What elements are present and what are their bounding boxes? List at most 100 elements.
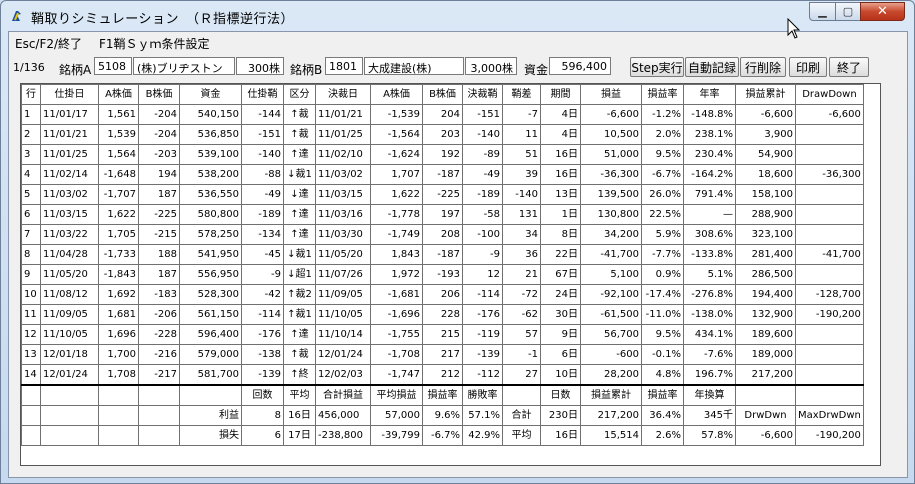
row3-cell-15: 230.4% bbox=[683, 144, 736, 165]
table-row[interactable]: 6 11/03/15 1,622 -225 580,800 -189 ↑達 11/03/16-… bbox=[21, 204, 864, 225]
row12-cell-16: 189,600 bbox=[735, 324, 796, 345]
delete-row-button[interactable]: 行削除 bbox=[740, 57, 786, 77]
row3-cell-11: 51 bbox=[502, 144, 541, 165]
table-row[interactable]: 13 12/01/18 1,700 -216 579,000 -138 ↑裁 12/01/24… bbox=[21, 344, 864, 365]
row1-cell-16: -6,600 bbox=[735, 104, 796, 125]
row2-cell-7: 11/01/25 bbox=[315, 124, 371, 145]
row1-cell-12: 4日 bbox=[540, 104, 581, 125]
maximize-button[interactable]: ▢ bbox=[835, 2, 861, 21]
summary-profit-cell-16: DrwDwn bbox=[735, 405, 796, 426]
summary-header-cell-9: 損益率 bbox=[422, 384, 463, 406]
row10-cell-5: -42 bbox=[241, 284, 284, 305]
app-window: 鞘取りシミュレーション （Ｒ指標逆行法） ▁ ▢ ✕ Esc/F2/終了 F1鞘… bbox=[0, 0, 915, 484]
row10-cell-7: 11/09/05 bbox=[315, 284, 371, 305]
row9-cell-2: -1,843 bbox=[98, 264, 139, 285]
row2-cell-16: 3,900 bbox=[735, 124, 796, 145]
row6-cell-3: -225 bbox=[138, 204, 180, 225]
row3-cell-2: 1,564 bbox=[98, 144, 139, 165]
table-row[interactable]: 14 12/01/24 1,708 -217 581,700 -139 ↑終 12/02/03… bbox=[21, 364, 864, 386]
table-row[interactable]: 1 11/01/17 1,561 -204 540,150 -144 ↑裁 11/01/21-… bbox=[21, 104, 864, 125]
summary-loss-cell-15: 57.8% bbox=[683, 425, 736, 446]
summary-header-cell-4 bbox=[179, 384, 242, 406]
row7-cell-7: 11/03/30 bbox=[315, 224, 371, 245]
row7-cell-17 bbox=[795, 224, 864, 245]
quit-button[interactable]: 終了 bbox=[829, 57, 869, 77]
minimize-button[interactable]: ▁ bbox=[809, 2, 836, 21]
stock-b-name-field[interactable]: 大成建設(株) bbox=[364, 57, 464, 75]
results-table: 行仕掛日 A株価 B株価 資金 仕掛鞘 区分 決裁日 A株価 B株価 決裁鞘 鞘差 期間 損益 損益率 年率… bbox=[21, 84, 864, 446]
row1-cell-6: ↑裁 bbox=[283, 104, 316, 125]
row10-cell-4: 528,300 bbox=[179, 284, 242, 305]
row14-cell-3: -217 bbox=[138, 364, 180, 386]
row13-cell-15: -7.6% bbox=[683, 344, 736, 365]
table-row[interactable]: 12 11/10/05 1,696 -228 596,400 -176 ↑達 11/10/14… bbox=[21, 324, 864, 345]
stock-b-code-field[interactable]: 1801 bbox=[325, 57, 363, 75]
close-button[interactable]: ✕ bbox=[860, 2, 905, 21]
summary-header-cell-13: 損益累計 bbox=[580, 384, 642, 406]
row11-cell-7: 11/10/05 bbox=[315, 304, 371, 325]
row12-cell-11: 57 bbox=[502, 324, 541, 345]
row1-cell-13: -6,600 bbox=[580, 104, 642, 125]
summary-profit-row[interactable]: 利益 8 16日 456,000 57,000 9.6% 57.1% 合計 230日 217,20… bbox=[21, 405, 864, 426]
step-run-button[interactable]: Step実行 bbox=[630, 57, 684, 77]
stock-a-code-field[interactable]: 5108 bbox=[94, 57, 132, 75]
row11-cell-10: -176 bbox=[462, 304, 503, 325]
row11-cell-12: 30日 bbox=[540, 304, 581, 325]
summary-header-cell-12: 日数 bbox=[540, 384, 581, 406]
summary-header-row[interactable]: 回数 平均 合計損益 平均損益 損益率 勝敗率 日数 損益累計 損益率 年換算 bbox=[21, 384, 864, 406]
table-header-row[interactable]: 行仕掛日 A株価 B株価 資金 仕掛鞘 区分 決裁日 A株価 B株価 決裁鞘 鞘差 期間 損益 損益率 年率… bbox=[21, 84, 864, 105]
row10-cell-10: -114 bbox=[462, 284, 503, 305]
results-grid[interactable]: 行仕掛日 A株価 B株価 資金 仕掛鞘 区分 決裁日 A株価 B株価 決裁鞘 鞘差 期間 損益 損益率 年率… bbox=[20, 83, 881, 466]
summary-loss-row[interactable]: 損失 6 17日 -238,800 -39,799 -6.7% 42.9% 平均 16日 15,5… bbox=[21, 425, 864, 446]
header-cell-1: 仕掛日 bbox=[40, 84, 99, 105]
row1-cell-5: -144 bbox=[241, 104, 284, 125]
row8-cell-10: -9 bbox=[462, 244, 503, 265]
menu-item-exit[interactable]: Esc/F2/終了 bbox=[15, 35, 82, 52]
row5-cell-15: 791.4% bbox=[683, 184, 736, 205]
table-row[interactable]: 3 11/01/25 1,564 -203 539,100 -140 ↑達 11/02/10-… bbox=[21, 144, 864, 165]
print-button[interactable]: 印刷 bbox=[789, 57, 827, 77]
row6-cell-16: 288,900 bbox=[735, 204, 796, 225]
table-row[interactable]: 8 11/04/28 -1,733 188 541,950 -45 ↓裁1 11/05/20 1… bbox=[21, 244, 864, 265]
stock-a-shares-field[interactable]: 300株 bbox=[236, 57, 284, 75]
row6-cell-12: 1日 bbox=[540, 204, 581, 225]
table-row[interactable]: 7 11/03/22 1,705 -215 578,250 -134 ↑達 11/03/30-… bbox=[21, 224, 864, 245]
table-row[interactable]: 4 11/02/14 -1,648 194 538,200 -88 ↓裁1 11/03/02 1… bbox=[21, 164, 864, 185]
table-row[interactable]: 11 11/09/05 1,681 -206 561,150 -114 ↑裁1 11/10/0… bbox=[21, 304, 864, 325]
row14-cell-17 bbox=[795, 364, 864, 386]
summary-header-cell-3 bbox=[138, 384, 180, 406]
auto-record-button[interactable]: 自動記録 bbox=[685, 57, 739, 77]
row12-cell-4: 596,400 bbox=[179, 324, 242, 345]
row12-cell-7: 11/10/14 bbox=[315, 324, 371, 345]
row3-cell-13: 51,000 bbox=[580, 144, 642, 165]
table-row[interactable]: 9 11/05/20 -1,843 187 556,950 -9 ↓超1 11/07/26 1,… bbox=[21, 264, 864, 285]
capital-field[interactable]: 596,400 bbox=[549, 57, 611, 75]
row8-cell-0: 8 bbox=[21, 244, 41, 265]
row7-cell-15: 308.6% bbox=[683, 224, 736, 245]
stock-b-shares-field[interactable]: 3,000株 bbox=[465, 57, 517, 75]
row8-cell-4: 541,950 bbox=[179, 244, 242, 265]
minimize-icon: ▁ bbox=[818, 5, 827, 18]
row8-cell-8: 1,843 bbox=[370, 244, 423, 265]
row10-cell-0: 10 bbox=[21, 284, 41, 305]
table-row[interactable]: 10 11/08/12 1,692 -183 528,300 -42 ↑裁2 11/09/05… bbox=[21, 284, 864, 305]
summary-header-cell-8: 平均損益 bbox=[370, 384, 423, 406]
row7-cell-2: 1,705 bbox=[98, 224, 139, 245]
row9-cell-15: 5.1% bbox=[683, 264, 736, 285]
menu-item-conditions[interactable]: F1鞘Ｓｙｍ条件設定 bbox=[99, 35, 210, 52]
row14-cell-10: -112 bbox=[462, 364, 503, 386]
row11-cell-11: -62 bbox=[502, 304, 541, 325]
row2-cell-11: 11 bbox=[502, 124, 541, 145]
row6-cell-11: 131 bbox=[502, 204, 541, 225]
mouse-cursor-icon bbox=[787, 18, 801, 39]
summary-header-cell-5: 回数 bbox=[241, 384, 284, 406]
row8-cell-12: 22日 bbox=[540, 244, 581, 265]
table-row[interactable]: 2 11/01/21 1,539 -204 536,850 -151 ↑裁 11/01/25-… bbox=[21, 124, 864, 145]
row14-cell-15: 196.7% bbox=[683, 364, 736, 386]
row5-cell-12: 13日 bbox=[540, 184, 581, 205]
row8-cell-5: -45 bbox=[241, 244, 284, 265]
table-row[interactable]: 5 11/03/02 -1,707 187 536,550 -49 ↓達 11/03/15 1,… bbox=[21, 184, 864, 205]
stock-a-name-field[interactable]: (株)ブリヂストン bbox=[133, 57, 235, 75]
title-bar[interactable]: 鞘取りシミュレーション （Ｒ指標逆行法） ▁ ▢ ✕ bbox=[1, 1, 914, 31]
header-cell-11: 鞘差 bbox=[502, 84, 541, 105]
